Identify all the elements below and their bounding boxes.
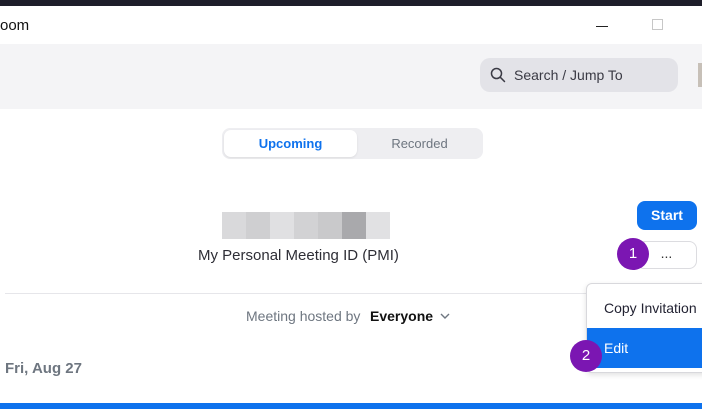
pmi-blur-block <box>246 212 270 239</box>
search-placeholder: Search / Jump To <box>514 67 623 83</box>
pmi-blur-block <box>294 212 318 239</box>
menu-item-copy-invitation[interactable]: Copy Invitation <box>587 288 702 328</box>
maximize-button[interactable] <box>652 19 663 30</box>
date-group-header: Fri, Aug 27 <box>5 360 82 377</box>
chevron-down-icon[interactable] <box>440 312 450 320</box>
toolbar: Search / Jump To <box>0 44 702 109</box>
meetings-tab-switch: Upcoming Recorded <box>222 128 483 159</box>
pmi-label: My Personal Meeting ID (PMI) <box>198 247 399 264</box>
step-badge-1: 1 <box>617 238 649 270</box>
pmi-blur-block <box>222 212 246 239</box>
menu-item-edit[interactable]: Edit <box>587 328 702 368</box>
avatar[interactable] <box>698 63 702 87</box>
pmi-blur-block <box>318 212 342 239</box>
app-title: oom <box>0 17 30 34</box>
bottom-accent-bar <box>0 403 702 409</box>
title-bar: oom <box>0 6 702 44</box>
pmi-blur-block <box>342 212 366 239</box>
pmi-number-blurred <box>222 212 390 239</box>
search-box[interactable]: Search / Jump To <box>480 58 678 92</box>
tab-upcoming[interactable]: Upcoming <box>224 130 357 157</box>
step-badge-2: 2 <box>570 340 602 372</box>
pmi-blur-block <box>270 212 294 239</box>
minimize-button[interactable] <box>596 26 608 27</box>
hosted-filter-label: Meeting hosted by <box>246 308 361 324</box>
start-button[interactable]: Start <box>637 201 697 230</box>
search-icon <box>490 67 506 83</box>
tab-recorded[interactable]: Recorded <box>358 130 481 157</box>
context-menu: Copy Invitation Edit <box>586 283 702 373</box>
pmi-blur-block <box>366 212 390 239</box>
hosted-filter-dropdown[interactable]: Everyone <box>370 308 433 324</box>
